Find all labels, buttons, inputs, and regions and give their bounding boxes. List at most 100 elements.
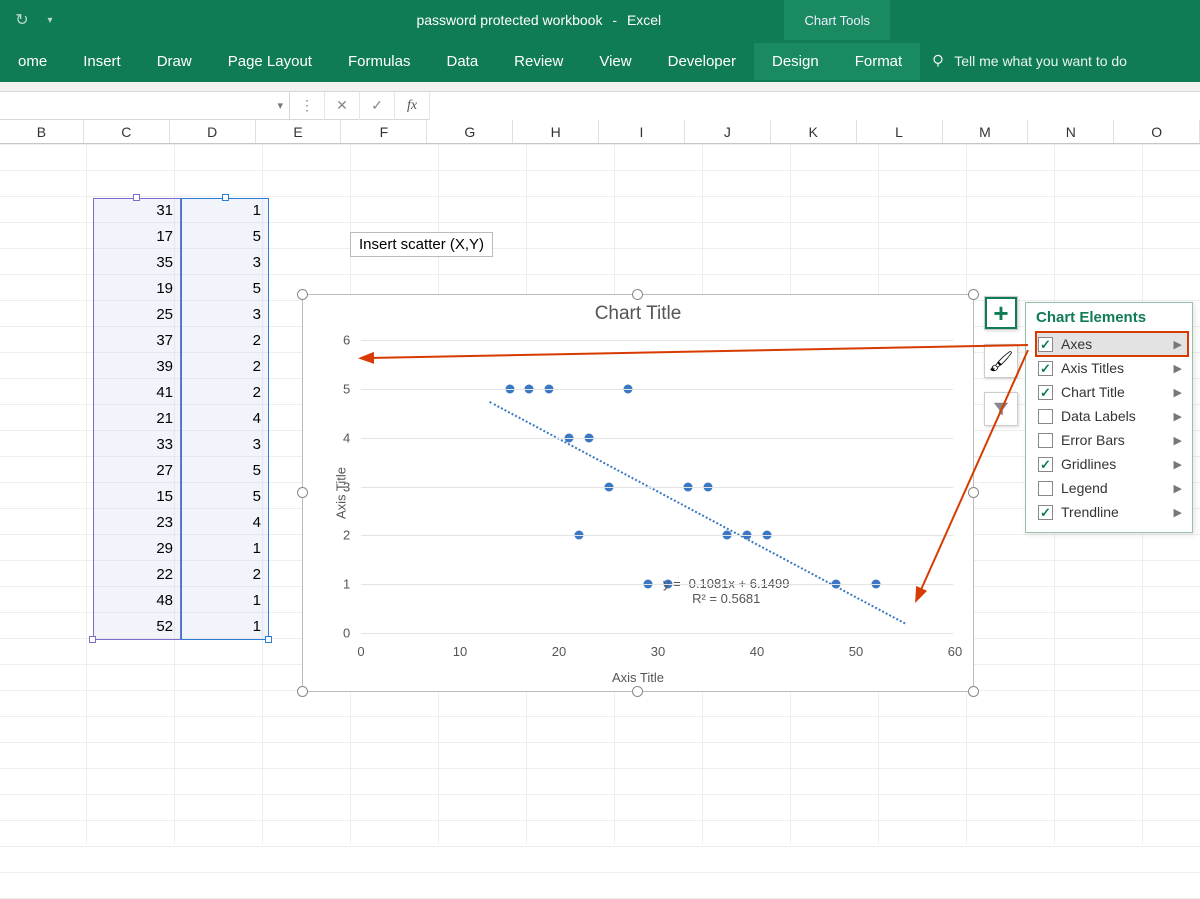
column-header-d[interactable]: D <box>170 120 256 143</box>
cell[interactable]: 4 <box>181 406 267 432</box>
x-axis-title[interactable]: Axis Title <box>303 670 973 685</box>
chart-resize-handle[interactable] <box>968 289 979 300</box>
cancel-formula-button[interactable]: ✕ <box>325 92 360 120</box>
checkbox[interactable] <box>1038 361 1053 376</box>
plot-area[interactable] <box>361 340 953 631</box>
column-header-h[interactable]: H <box>513 120 599 143</box>
column-header-l[interactable]: L <box>857 120 943 143</box>
column-header-i[interactable]: I <box>599 120 685 143</box>
chart-styles-button[interactable]: 🖌 <box>984 344 1018 378</box>
submenu-arrow-icon[interactable]: ▶ <box>1174 410 1182 423</box>
fx-label[interactable]: fx <box>395 92 430 120</box>
cell[interactable]: 1 <box>181 536 267 562</box>
cell[interactable]: 2 <box>181 380 267 406</box>
cell[interactable]: 35 <box>93 250 179 276</box>
column-header-g[interactable]: G <box>427 120 513 143</box>
cell[interactable]: 31 <box>93 198 179 224</box>
ribbon-tab-developer[interactable]: Developer <box>650 43 754 80</box>
chart-resize-handle[interactable] <box>968 686 979 697</box>
cell[interactable]: 2 <box>181 562 267 588</box>
chart-element-option-chart-title[interactable]: Chart Title▶ <box>1036 380 1188 404</box>
column-header-k[interactable]: K <box>771 120 857 143</box>
ribbon-tab-ome[interactable]: ome <box>0 43 65 80</box>
cell[interactable]: 41 <box>93 380 179 406</box>
chart-resize-handle[interactable] <box>968 487 979 498</box>
cell[interactable]: 25 <box>93 302 179 328</box>
cell[interactable]: 5 <box>181 484 267 510</box>
checkbox[interactable] <box>1038 481 1053 496</box>
chart-element-option-trendline[interactable]: Trendline▶ <box>1036 500 1188 524</box>
cell[interactable]: 15 <box>93 484 179 510</box>
name-box[interactable]: ▾ <box>0 92 290 119</box>
chart-resize-handle[interactable] <box>632 289 643 300</box>
cell[interactable]: 2 <box>181 328 267 354</box>
cell[interactable]: 37 <box>93 328 179 354</box>
checkbox[interactable] <box>1038 337 1053 352</box>
cell[interactable]: 52 <box>93 614 179 640</box>
submenu-arrow-icon[interactable]: ▶ <box>1174 338 1182 351</box>
checkbox[interactable] <box>1038 505 1053 520</box>
cell[interactable]: 27 <box>93 458 179 484</box>
chart-resize-handle[interactable] <box>632 686 643 697</box>
cell[interactable]: 29 <box>93 536 179 562</box>
chart-element-option-axis-titles[interactable]: Axis Titles▶ <box>1036 356 1188 380</box>
cell[interactable]: 5 <box>181 458 267 484</box>
ribbon-tab-insert[interactable]: Insert <box>65 43 139 80</box>
submenu-arrow-icon[interactable]: ▶ <box>1174 362 1182 375</box>
cell[interactable]: 39 <box>93 354 179 380</box>
chart-elements-button[interactable]: + <box>984 296 1018 330</box>
submenu-arrow-icon[interactable]: ▶ <box>1174 482 1182 495</box>
ribbon-tab-page-layout[interactable]: Page Layout <box>210 43 330 80</box>
column-header-b[interactable]: B <box>0 120 84 143</box>
chart-element-option-gridlines[interactable]: Gridlines▶ <box>1036 452 1188 476</box>
submenu-arrow-icon[interactable]: ▶ <box>1174 434 1182 447</box>
column-header-m[interactable]: M <box>943 120 1029 143</box>
cell[interactable]: 3 <box>181 432 267 458</box>
enter-formula-button[interactable]: ✓ <box>360 92 395 120</box>
chart-resize-handle[interactable] <box>297 289 308 300</box>
submenu-arrow-icon[interactable]: ▶ <box>1174 458 1182 471</box>
ribbon-tab-review[interactable]: Review <box>496 43 581 80</box>
cell[interactable]: 21 <box>93 406 179 432</box>
cell[interactable]: 3 <box>181 302 267 328</box>
cell[interactable]: 17 <box>93 224 179 250</box>
cell[interactable]: 19 <box>93 276 179 302</box>
chart-element-option-axes[interactable]: Axes▶ <box>1036 332 1188 356</box>
cell[interactable]: 1 <box>181 198 267 224</box>
cell[interactable]: 1 <box>181 588 267 614</box>
column-header-f[interactable]: F <box>341 120 427 143</box>
cell[interactable]: 33 <box>93 432 179 458</box>
checkbox[interactable] <box>1038 457 1053 472</box>
cell[interactable]: 4 <box>181 510 267 536</box>
chart-filters-button[interactable] <box>984 392 1018 426</box>
column-header-o[interactable]: O <box>1114 120 1200 143</box>
submenu-arrow-icon[interactable]: ▶ <box>1174 386 1182 399</box>
cell[interactable]: 23 <box>93 510 179 536</box>
cell[interactable]: 48 <box>93 588 179 614</box>
ribbon-tab-formulas[interactable]: Formulas <box>330 43 429 80</box>
checkbox[interactable] <box>1038 409 1053 424</box>
ribbon-tab-format[interactable]: Format <box>837 43 921 80</box>
redo-icon[interactable]: ↻ <box>12 10 32 30</box>
ribbon-tab-draw[interactable]: Draw <box>139 43 210 80</box>
cell[interactable]: 3 <box>181 250 267 276</box>
cell[interactable]: 22 <box>93 562 179 588</box>
chart-resize-handle[interactable] <box>297 487 308 498</box>
column-header-c[interactable]: C <box>84 120 170 143</box>
cell[interactable]: 5 <box>181 224 267 250</box>
column-header-n[interactable]: N <box>1028 120 1114 143</box>
cell[interactable]: 5 <box>181 276 267 302</box>
submenu-arrow-icon[interactable]: ▶ <box>1174 506 1182 519</box>
cell[interactable]: 1 <box>181 614 267 640</box>
ribbon-tab-data[interactable]: Data <box>428 43 496 80</box>
embedded-chart[interactable]: Chart Title Axis Title Axis Title y = -0… <box>302 294 974 692</box>
formula-input[interactable] <box>430 92 1200 120</box>
ribbon-tab-design[interactable]: Design <box>754 43 837 80</box>
column-header-e[interactable]: E <box>256 120 342 143</box>
chart-resize-handle[interactable] <box>297 686 308 697</box>
formula-options-icon[interactable]: ⋮ <box>290 92 325 120</box>
chart-element-option-legend[interactable]: Legend▶ <box>1036 476 1188 500</box>
checkbox[interactable] <box>1038 385 1053 400</box>
tell-me-search[interactable]: Tell me what you want to do <box>920 53 1127 69</box>
checkbox[interactable] <box>1038 433 1053 448</box>
